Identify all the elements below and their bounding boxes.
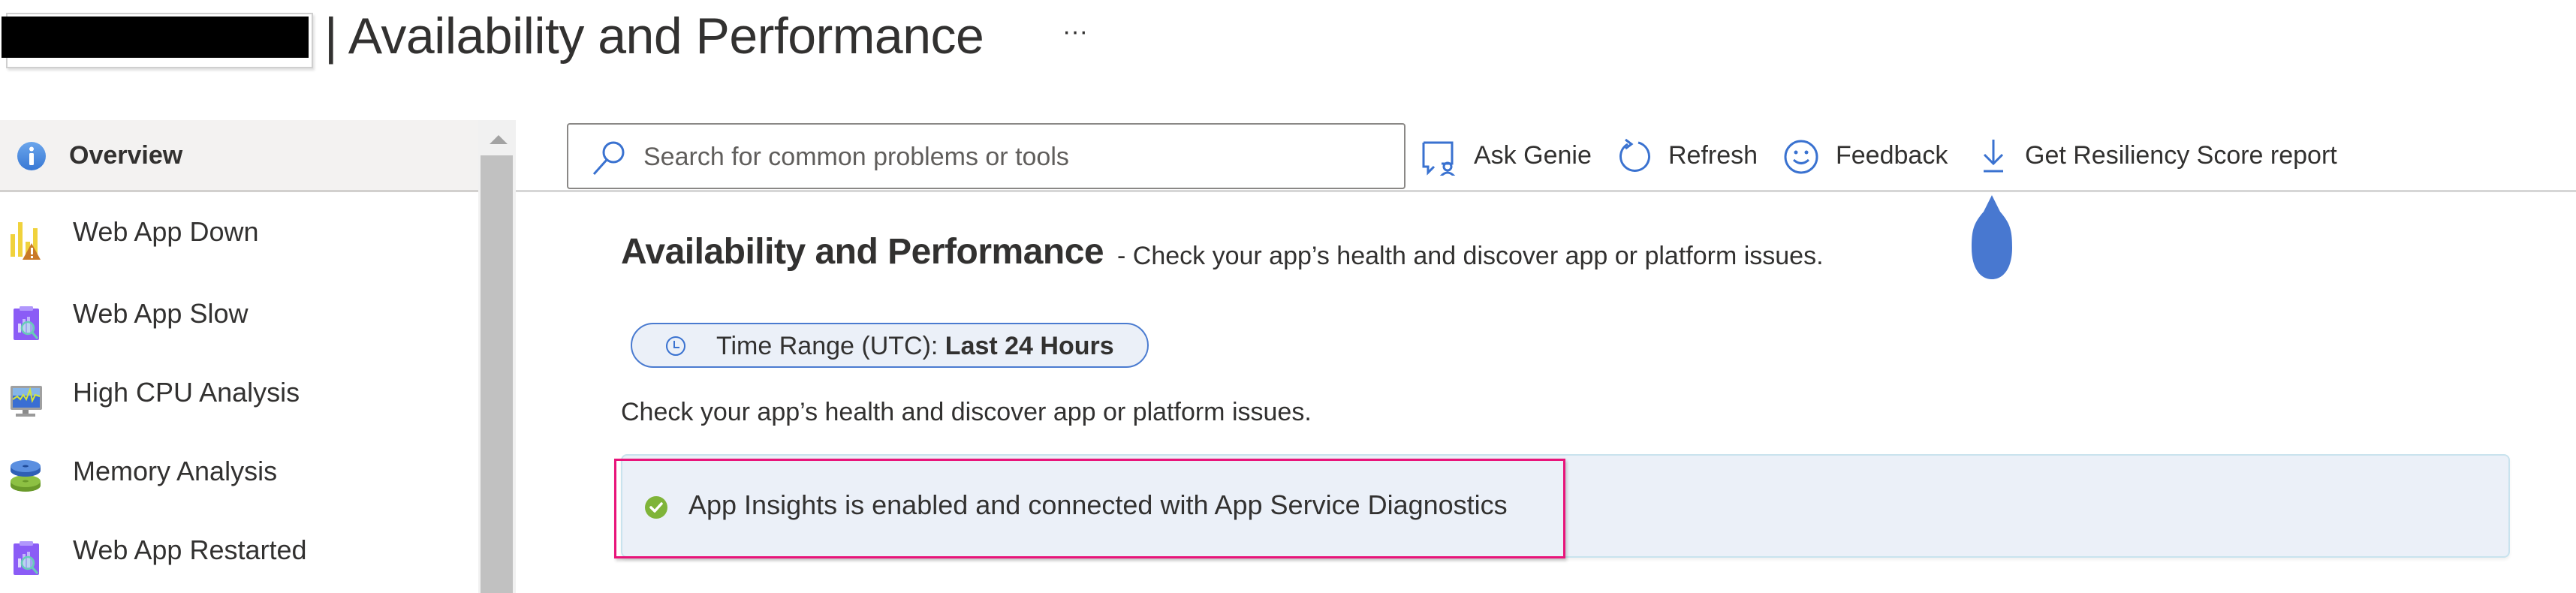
clipboard-search-icon xyxy=(14,306,39,340)
smiley-icon xyxy=(1784,140,1818,174)
ask-genie-button[interactable]: Ask Genie xyxy=(1419,129,1592,183)
sidebar-item-label: Web App Restarted xyxy=(73,534,307,565)
monitor-cpu-icon xyxy=(11,386,42,417)
sidebar-item-memory-analysis[interactable]: Memory Analysis xyxy=(0,429,478,507)
scrollbar-thumb[interactable] xyxy=(481,155,513,593)
clipboard-search-icon xyxy=(14,541,39,575)
search-box[interactable] xyxy=(567,123,1406,189)
sidebar-item-high-cpu-analysis[interactable]: High CPU Analysis xyxy=(0,350,478,429)
memory-disk-icon xyxy=(11,460,41,492)
time-range-selector[interactable]: Time Range (UTC): Last 24 Hours xyxy=(631,323,1149,368)
banner-message: App Insights is enabled and connected wi… xyxy=(688,489,1508,520)
feedback-button[interactable]: Feedback xyxy=(1782,129,1955,183)
resource-name-redacted xyxy=(2,17,309,58)
content-title: Availability and Performance xyxy=(621,232,1104,272)
sidebar: Overview Web App Down Web App Slow High … xyxy=(0,120,478,593)
page-title: | Availability and Performance xyxy=(324,8,984,65)
feedback-label: Feedback xyxy=(1836,141,1948,170)
sidebar-item-label: Memory Analysis xyxy=(73,456,278,486)
refresh-label: Refresh xyxy=(1668,141,1758,170)
clock-icon xyxy=(666,336,685,356)
content-subtitle: - Check your app’s health and discover a… xyxy=(1117,242,1824,270)
get-resiliency-score-report-button[interactable]: Get Resiliency Score report xyxy=(1976,129,2337,183)
time-range-value: Last 24 Hours xyxy=(945,332,1114,360)
ask-genie-icon xyxy=(1422,141,1456,176)
get-resiliency-score-report-label: Get Resiliency Score report xyxy=(2025,141,2337,170)
toolbar-divider xyxy=(516,190,2576,192)
sidebar-item-web-app-down[interactable]: Web App Down xyxy=(0,192,478,271)
sidebar-item-label: High CPU Analysis xyxy=(73,377,300,408)
time-range-prefix: Time Range (UTC): xyxy=(716,332,939,360)
info-icon xyxy=(17,142,46,170)
sidebar-item-label: Overview xyxy=(69,141,183,170)
success-check-icon xyxy=(645,496,667,519)
scroll-up-arrow-icon[interactable] xyxy=(490,135,508,144)
sidebar-item-web-app-slow[interactable]: Web App Slow xyxy=(0,271,478,350)
cursor-drop-icon xyxy=(1972,195,2012,279)
sidebar-item-label: Web App Slow xyxy=(73,298,249,329)
more-options-button[interactable]: ··· xyxy=(1060,19,1090,48)
time-range-label: Time Range (UTC): Last 24 Hours xyxy=(716,332,1114,361)
refresh-button[interactable]: Refresh xyxy=(1616,129,1758,183)
ask-genie-label: Ask Genie xyxy=(1474,141,1592,170)
sidebar-item-overview[interactable]: Overview xyxy=(0,120,478,192)
download-icon xyxy=(1983,140,2004,173)
search-input[interactable] xyxy=(642,125,1381,189)
bar-chart-warning-icon xyxy=(11,222,41,260)
search-icon xyxy=(592,141,625,176)
refresh-icon xyxy=(1619,138,1650,172)
sidebar-scrollbar[interactable] xyxy=(478,120,516,593)
sidebar-item-web-app-restarted[interactable]: Web App Restarted xyxy=(0,507,478,586)
sidebar-item-label: Web App Down xyxy=(73,216,259,247)
description-text: Check your app’s health and discover app… xyxy=(621,398,1312,426)
